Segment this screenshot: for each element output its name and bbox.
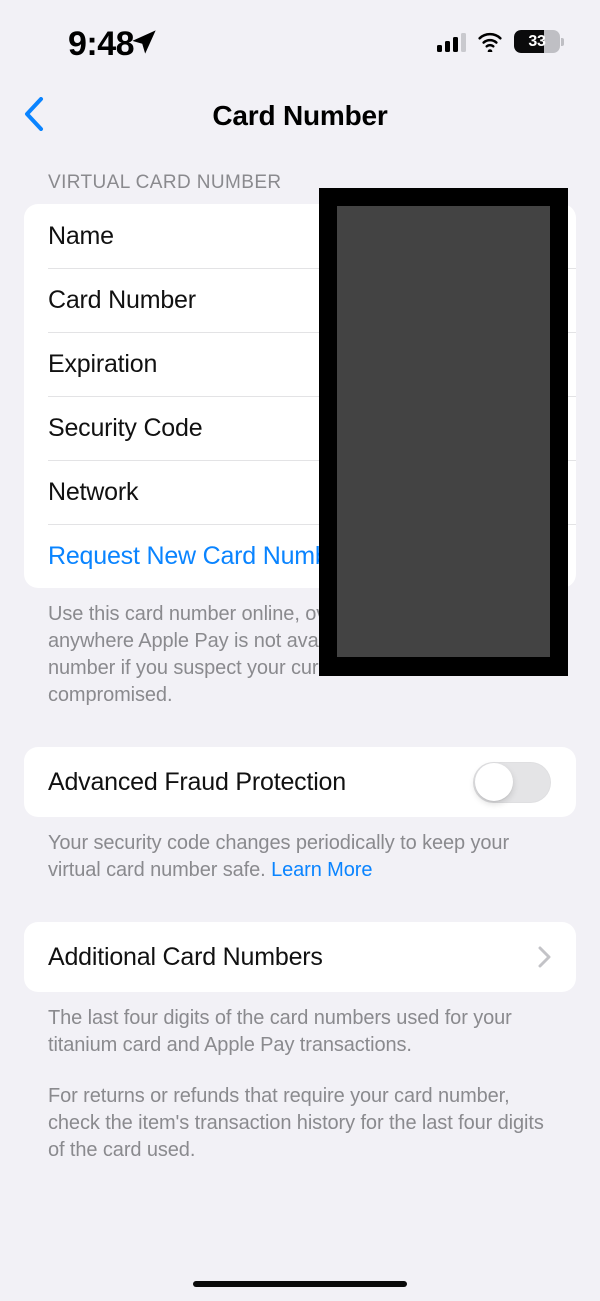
additional-card-numbers-footnote-1: The last four digits of the card numbers…	[48, 1007, 512, 1056]
battery-indicator: 33	[514, 30, 564, 53]
status-bar: 9:48 33	[0, 0, 600, 78]
additional-card-numbers-footnote-2: For returns or refunds that require your…	[48, 1085, 544, 1161]
status-bar-indicators: 33	[437, 30, 564, 54]
learn-more-link[interactable]: Learn More	[271, 859, 372, 881]
advanced-fraud-protection-label: Advanced Fraud Protection	[48, 767, 346, 796]
additional-card-numbers-row[interactable]: Additional Card Numbers	[24, 922, 576, 992]
wifi-icon	[477, 32, 503, 54]
row-label: Network	[48, 477, 139, 506]
toggle-knob	[474, 763, 513, 801]
iphone-screen: 9:48 33 Card Number VIRTUAL CARD NUMBER …	[0, 0, 600, 1301]
fraud-protection-footnote: Your security code changes periodically …	[48, 830, 552, 884]
additional-card-numbers-card: Additional Card Numbers	[24, 922, 576, 992]
additional-card-numbers-label: Additional Card Numbers	[48, 942, 323, 971]
cellular-signal-icon	[437, 32, 466, 52]
row-label: Card Number	[48, 285, 196, 314]
home-indicator	[193, 1281, 407, 1287]
redaction-overlay-fill	[337, 206, 550, 657]
advanced-fraud-protection-card: Advanced Fraud Protection	[24, 747, 576, 817]
navigation-bar: Card Number	[0, 88, 600, 144]
battery-percent-label: 33	[528, 32, 546, 50]
advanced-fraud-protection-row[interactable]: Advanced Fraud Protection	[24, 747, 576, 817]
chevron-right-icon	[538, 946, 551, 968]
row-label: Name	[48, 221, 114, 250]
row-label: Security Code	[48, 413, 203, 442]
status-bar-time: 9:48	[68, 25, 135, 63]
advanced-fraud-protection-toggle[interactable]	[473, 761, 551, 803]
page-title: Card Number	[212, 100, 388, 131]
redaction-overlay	[319, 188, 568, 676]
location-arrow-icon	[130, 28, 158, 56]
request-new-card-number-label: Request New Card Number	[48, 541, 351, 570]
row-label: Expiration	[48, 349, 158, 378]
